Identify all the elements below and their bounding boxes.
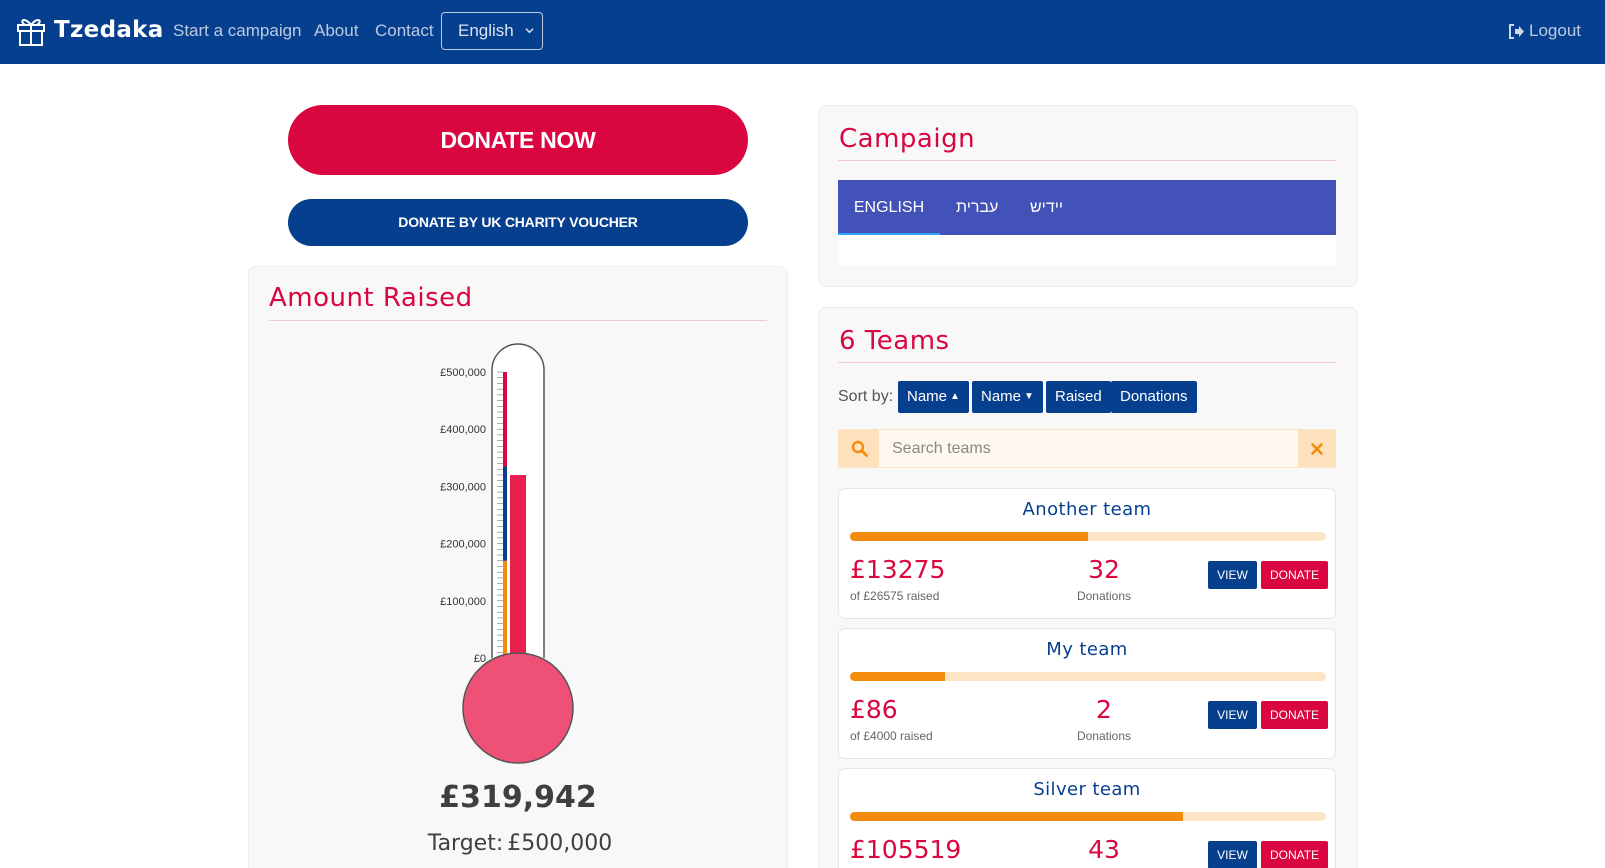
- thermometer-tick-label: £400,000: [440, 424, 486, 436]
- team-card: Another team £13275 of £26575 raised 32 …: [838, 488, 1336, 619]
- team-progress-fill: [850, 672, 946, 681]
- team-search: [838, 429, 1336, 468]
- thermometer-tick-label: £200,000: [440, 539, 486, 551]
- team-donations-label: Donations: [1076, 729, 1132, 743]
- team-progress-bar: [850, 812, 1326, 821]
- team-raised: £13275: [850, 555, 946, 584]
- team-donate-button[interactable]: DONATE: [1261, 841, 1328, 868]
- team-progress-bar: [850, 672, 1326, 681]
- thermometer-scale-segment: [503, 560, 507, 658]
- team-donations-label: Donations: [1076, 589, 1132, 603]
- thermometer-tick-label: £500,000: [440, 367, 486, 379]
- thermometer-tick-label: £100,000: [440, 596, 486, 608]
- amount-raised-total: £319,942: [439, 780, 597, 815]
- team-target: of £4000 raised: [850, 729, 933, 743]
- team-progress-fill: [850, 532, 1088, 541]
- team-raised: £86: [850, 695, 898, 724]
- tab-english[interactable]: ENGLISH: [838, 180, 940, 235]
- sort-name-desc-button[interactable]: Name ▼: [972, 381, 1043, 413]
- target-value: £500,000: [507, 831, 613, 856]
- amount-raised-target: Target: £500,000: [248, 831, 788, 856]
- thermometer-bulb: [462, 652, 574, 764]
- team-view-button[interactable]: VIEW: [1208, 561, 1257, 589]
- team-name: Silver team: [1033, 779, 1141, 800]
- team-progress-bar: [850, 532, 1326, 541]
- team-name: Another team: [1022, 499, 1152, 520]
- close-icon: [1310, 442, 1323, 455]
- sort-donations-button[interactable]: Donations: [1111, 381, 1197, 413]
- team-card: My team £86 of £4000 raised 2 Donations …: [838, 628, 1336, 759]
- team-view-button[interactable]: VIEW: [1208, 701, 1257, 729]
- caret-up-icon: ▲: [950, 391, 960, 402]
- card-divider: [838, 160, 1336, 161]
- team-target: of £26575 raised: [850, 589, 940, 603]
- target-label: Target:: [427, 831, 504, 856]
- sort-button-label: Name: [907, 388, 948, 405]
- tab-hebrew[interactable]: עברית: [956, 180, 998, 235]
- campaign-language-tabs: ENGLISH עברית יידיש: [838, 180, 1336, 235]
- thermometer-tick-label: £300,000: [440, 481, 486, 493]
- thermometer-scale-segment: [503, 372, 507, 467]
- thermometer-scale-segment: [503, 466, 507, 561]
- team-name: My team: [1046, 639, 1128, 660]
- thermometer-tick-label: £0: [474, 653, 486, 665]
- team-donation-count: 43: [1088, 835, 1120, 864]
- teams-title: 6 Teams: [839, 326, 950, 356]
- card-divider: [838, 362, 1336, 363]
- team-donate-button[interactable]: DONATE: [1261, 701, 1328, 729]
- team-donation-count: 2: [1096, 695, 1112, 724]
- team-raised: £105519: [850, 835, 962, 864]
- search-addon: [839, 430, 879, 467]
- search-input[interactable]: [880, 430, 1297, 467]
- campaign-title: Campaign: [839, 124, 976, 154]
- tab-yiddish[interactable]: יידיש: [1030, 180, 1063, 235]
- clear-search-button[interactable]: [1298, 430, 1335, 467]
- search-icon: [851, 440, 868, 457]
- thermometer-gauge: £0 £100,000 £200,000 £300,000 £400,000 £500,0…: [440, 343, 574, 764]
- team-view-button[interactable]: VIEW: [1208, 841, 1257, 868]
- sort-button-label: Name: [981, 388, 1022, 405]
- team-progress-fill: [850, 812, 1184, 821]
- caret-down-icon: ▼: [1024, 391, 1034, 402]
- sort-label: Sort by:: [838, 388, 894, 405]
- team-card: Silver team £105519 43 Donations VIEW DO…: [838, 768, 1336, 868]
- sort-raised-button[interactable]: Raised: [1046, 381, 1111, 413]
- team-donation-count: 32: [1088, 555, 1120, 584]
- sort-name-asc-button[interactable]: Name ▲: [898, 381, 969, 413]
- team-donate-button[interactable]: DONATE: [1261, 561, 1328, 589]
- campaign-tab-panel: [838, 235, 1336, 266]
